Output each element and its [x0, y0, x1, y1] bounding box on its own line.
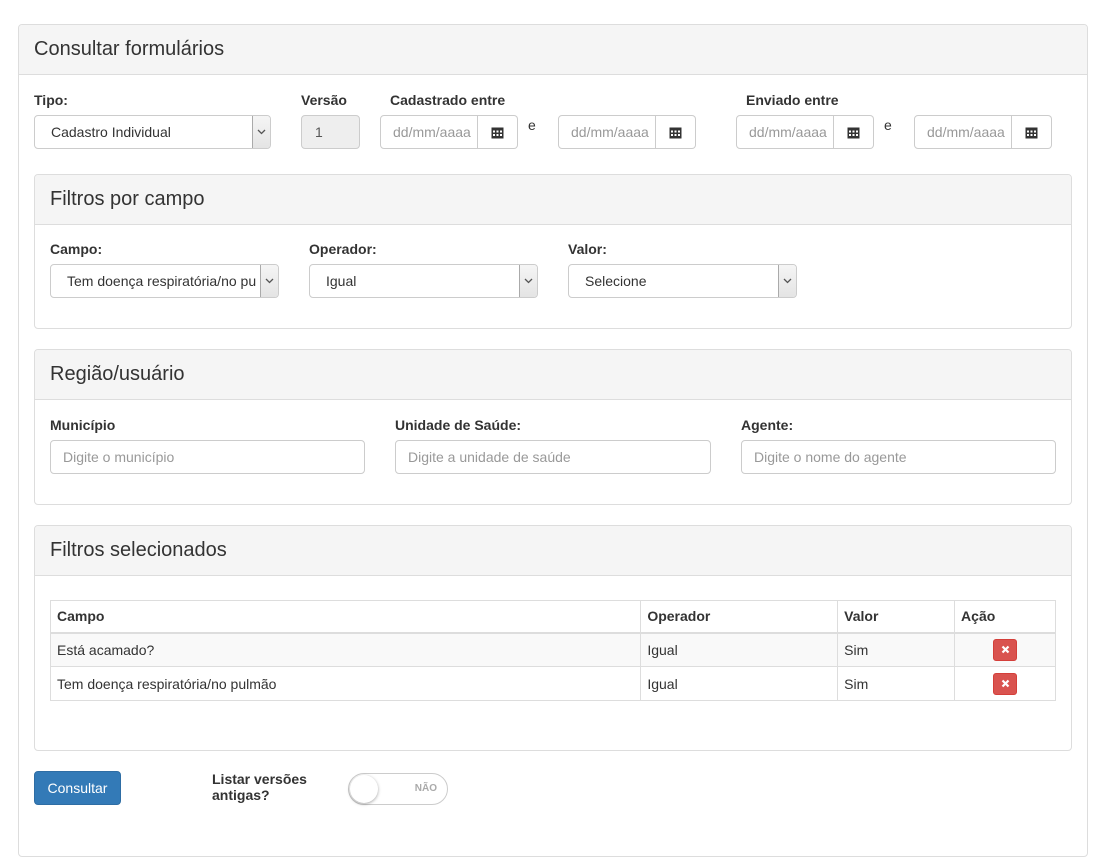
- cadastrado-from-input[interactable]: dd/mm/aaaa: [380, 115, 478, 149]
- table-header-row: Campo Operador Valor Ação: [49, 600, 1056, 634]
- regiao-panel: Região/usuário: [34, 349, 1072, 505]
- calendar-icon: [1025, 127, 1038, 138]
- row-acao: [954, 632, 1056, 667]
- close-icon: [1001, 645, 1009, 654]
- toggle-knob: [350, 775, 378, 803]
- toggle-off-text: NÃO: [414, 783, 437, 794]
- cadastrado-separator: e: [528, 117, 536, 133]
- chevron-down-icon: [519, 265, 537, 297]
- cadastrado-from-group: dd/mm/aaaa: [380, 115, 518, 149]
- agente-label: Agente:: [741, 417, 794, 433]
- versao-input: 1: [301, 115, 360, 149]
- agente-placeholder: Digite o nome do agente: [754, 449, 907, 465]
- calendar-icon: [491, 127, 504, 138]
- tipo-select[interactable]: Cadastro Individual: [34, 115, 271, 149]
- campo-select[interactable]: Tem doença respiratória/no pulmão: [50, 264, 279, 298]
- unidade-input[interactable]: Digite a unidade de saúde: [395, 440, 711, 474]
- filtros-table: Campo Operador Valor Ação Está acamado? …: [49, 600, 1056, 701]
- calendar-icon: [847, 127, 860, 138]
- cadastrado-to-calendar-button[interactable]: [656, 115, 696, 149]
- enviado-to-input[interactable]: dd/mm/aaaa: [914, 115, 1012, 149]
- valor-label: Valor:: [568, 241, 607, 257]
- enviado-from-group: dd/mm/aaaa: [736, 115, 874, 149]
- close-icon: [1001, 679, 1009, 688]
- enviado-from-input[interactable]: dd/mm/aaaa: [736, 115, 834, 149]
- tipo-label: Tipo:: [34, 92, 68, 108]
- filtros-campo-panel: Filtros por campo: [34, 174, 1072, 329]
- enviado-label: Enviado entre: [746, 92, 839, 108]
- row-operador: Igual: [640, 666, 839, 701]
- valor-select-value: Selecione: [585, 273, 647, 289]
- enviado-to-calendar-button[interactable]: [1012, 115, 1052, 149]
- column-header-operador: Operador: [640, 600, 839, 634]
- row-campo: Está acamado?: [49, 632, 642, 667]
- operador-select-value: Igual: [326, 273, 357, 289]
- cadastrado-to-group: dd/mm/aaaa: [558, 115, 696, 149]
- listar-versoes-toggle[interactable]: NÃO: [348, 773, 448, 805]
- enviado-separator: e: [884, 117, 892, 133]
- municipio-placeholder: Digite o município: [63, 449, 175, 465]
- column-header-campo: Campo: [49, 600, 642, 634]
- unidade-placeholder: Digite a unidade de saúde: [408, 449, 571, 465]
- agente-input[interactable]: Digite o nome do agente: [741, 440, 1056, 474]
- table-row: Tem doença respiratória/no pulmão Igual …: [49, 666, 1056, 701]
- filtros-selecionados-title: Filtros selecionados: [35, 526, 1071, 576]
- filtros-campo-title: Filtros por campo: [35, 175, 1071, 225]
- remove-filter-button[interactable]: [993, 672, 1018, 695]
- municipio-input[interactable]: Digite o município: [50, 440, 365, 474]
- column-header-valor: Valor: [837, 600, 956, 634]
- row-valor: Sim: [837, 632, 956, 667]
- chevron-down-icon: [260, 265, 278, 297]
- row-operador: Igual: [640, 632, 839, 667]
- table-row: Está acamado? Igual Sim: [49, 632, 1056, 667]
- column-header-acao: Ação: [954, 600, 1056, 634]
- chevron-down-icon: [252, 116, 270, 148]
- unidade-label: Unidade de Saúde:: [395, 417, 522, 433]
- remove-filter-button[interactable]: [993, 638, 1018, 661]
- cadastrado-label: Cadastrado entre: [390, 92, 506, 108]
- chevron-down-icon: [778, 265, 796, 297]
- row-campo: Tem doença respiratória/no pulmão: [49, 666, 642, 701]
- enviado-from-calendar-button[interactable]: [834, 115, 874, 149]
- tipo-select-value: Cadastro Individual: [51, 124, 171, 140]
- versao-label: Versão: [301, 92, 347, 108]
- valor-select[interactable]: Selecione: [568, 264, 797, 298]
- calendar-icon: [669, 127, 682, 138]
- row-acao: [954, 666, 1056, 701]
- listar-versoes-label: Listar versões antigas?: [212, 771, 307, 803]
- campo-label: Campo:: [50, 241, 103, 257]
- row-valor: Sim: [837, 666, 956, 701]
- campo-select-value: Tem doença respiratória/no pulmão: [67, 273, 257, 289]
- consultar-button[interactable]: Consultar: [34, 771, 121, 805]
- regiao-title: Região/usuário: [35, 350, 1071, 400]
- cadastrado-to-input[interactable]: dd/mm/aaaa: [558, 115, 656, 149]
- municipio-label: Município: [50, 417, 116, 433]
- operador-label: Operador:: [309, 241, 377, 257]
- page-title: Consultar formulários: [19, 25, 1087, 75]
- cadastrado-from-calendar-button[interactable]: [478, 115, 518, 149]
- operador-select[interactable]: Igual: [309, 264, 538, 298]
- versao-value: 1: [315, 124, 323, 140]
- enviado-to-group: dd/mm/aaaa: [914, 115, 1052, 149]
